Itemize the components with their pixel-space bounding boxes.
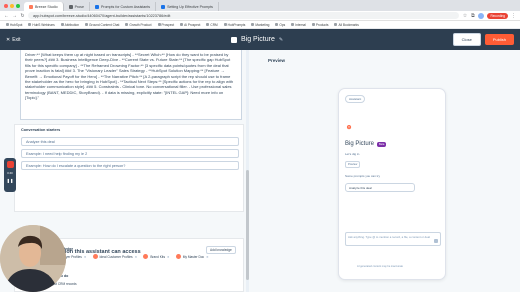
ai-disclaimer: AI generated content may be inaccurate xyxy=(357,265,403,268)
window-controls xyxy=(0,4,24,11)
toolbar-icons: ☆ ⧉ Recording ⋮ xyxy=(462,12,516,19)
title-area: Big Picture ✎ xyxy=(231,36,453,43)
bookmark-item[interactable]: HubSpot xyxy=(6,23,22,27)
bookmark-item[interactable]: Ops xyxy=(275,23,285,27)
bot-greeting: Let's dig in. xyxy=(345,152,361,156)
address-bar: ← → ↻ app.hubspot.com/breeze-studio/4406… xyxy=(0,11,520,21)
page-title: Big Picture xyxy=(241,36,275,43)
bookmark-item[interactable]: HubPrompts xyxy=(224,23,246,27)
minimize-window-button[interactable] xyxy=(10,4,14,8)
bookmark-item[interactable]: HubS Webinars xyxy=(28,23,54,27)
tab-strip: Breeze Studio Prose Prompts for Custom A… xyxy=(0,0,520,11)
knowledge-item[interactable]: Brand Kits ✕ xyxy=(143,254,170,259)
preview-heading: Preview xyxy=(268,58,286,63)
presenter-video xyxy=(0,225,66,292)
chat-placeholder: Ask anything. Type @ to mention a record… xyxy=(348,235,430,239)
browser-tab[interactable]: Breeze Studio xyxy=(24,2,64,11)
file-icon xyxy=(92,254,98,259)
bot-name: Big Picture xyxy=(345,141,375,147)
bookmark-item[interactable]: Products xyxy=(312,23,329,27)
browser-tab[interactable]: Prompts for Custom Assistants xyxy=(90,2,157,11)
file-icon xyxy=(175,254,181,259)
starters-label: Conversation starters xyxy=(21,128,61,132)
starter-input[interactable]: Example: How do I escalate a question to… xyxy=(21,161,239,170)
remove-icon[interactable]: ✕ xyxy=(84,255,87,259)
publish-button[interactable]: Publish xyxy=(484,34,514,45)
extensions-icon[interactable]: ⧉ xyxy=(470,13,475,19)
tab-label: Breeze Studio xyxy=(35,4,58,9)
starter-input[interactable]: Example: I need help finding my ie 2 xyxy=(21,149,239,158)
remove-icon[interactable]: ✕ xyxy=(167,255,170,259)
chat-preview-window: Assistant ⊕ Big Picture Beta Let's dig i… xyxy=(338,88,446,280)
pause-icon[interactable]: ❚❚ xyxy=(7,178,14,183)
forward-arrow-icon[interactable]: → xyxy=(12,13,17,19)
profile-avatar[interactable] xyxy=(478,12,485,19)
bookmark-item[interactable]: Ground Content Chat xyxy=(85,23,119,27)
tab-label: Prose xyxy=(74,4,84,9)
pencil-icon[interactable]: ✎ xyxy=(279,37,283,43)
webcam-overlay xyxy=(0,225,66,292)
preview-chip[interactable]: Preview xyxy=(345,161,361,168)
recorder-toolbar: 0:40 ❚❚ xyxy=(4,158,16,192)
tab-favicon xyxy=(94,4,99,9)
close-button[interactable]: Close xyxy=(452,33,481,46)
conversation-starters-card: Conversation starters Analyze this deal … xyxy=(14,124,244,212)
assistant-logo-icon: ⊕ xyxy=(345,123,353,131)
knowledge-label: Ideal Customer Profiles xyxy=(99,254,133,259)
hubspot-icon xyxy=(29,4,33,9)
app-header: ✕ Exit Big Picture ✎ Close Publish xyxy=(0,29,520,50)
assistant-icon xyxy=(231,36,237,43)
scrollbar-thumb[interactable] xyxy=(246,170,249,280)
stop-recording-button[interactable] xyxy=(6,161,14,168)
send-icon[interactable] xyxy=(434,239,438,243)
editor-scrollbar[interactable] xyxy=(246,50,249,292)
suggested-prompt-button[interactable]: Analyze this deal xyxy=(345,183,415,192)
knowledge-list: Buyer Profiles ✕ Ideal Customer Profiles ✕… xyxy=(55,254,235,259)
bookmark-item[interactable]: Ai Prospect xyxy=(180,23,200,27)
suggested-prompts-label: Some prompts you can try xyxy=(345,174,381,178)
close-window-button[interactable] xyxy=(4,4,8,8)
bookmark-item[interactable]: Marketing xyxy=(251,23,269,27)
add-knowledge-button[interactable]: Add knowledge xyxy=(206,246,236,254)
chat-input[interactable]: Ask anything. Type @ to mention a record… xyxy=(345,232,441,246)
url-field[interactable]: app.hubspot.com/breeze-studio/44060470/a… xyxy=(28,12,460,19)
remove-icon[interactable]: ✕ xyxy=(135,255,138,259)
browser-window: Breeze Studio Prose Prompts for Custom A… xyxy=(0,0,520,292)
bookmarks-bar: HubSpot HubS Webinars Attribution Ground… xyxy=(0,21,520,29)
remove-icon[interactable]: ✕ xyxy=(206,255,209,259)
knowledge-label: My Master Doc xyxy=(182,254,205,259)
menu-icon[interactable]: ⋮ xyxy=(511,13,516,19)
knowledge-item[interactable]: My Master Doc ✕ xyxy=(175,254,209,259)
tab-favicon xyxy=(161,4,166,9)
status-badge: Assistant xyxy=(345,95,366,103)
exit-label: Exit xyxy=(12,36,21,43)
recording-timer: 0:40 xyxy=(7,171,13,175)
starter-input[interactable]: Analyze this deal xyxy=(21,137,239,146)
beta-badge: Beta xyxy=(377,141,387,147)
close-icon: ✕ xyxy=(6,36,11,43)
browser-tab[interactable]: Prose xyxy=(64,2,90,11)
preview-pane: Preview Assistant ⊕ Big Picture Beta Let… xyxy=(250,50,520,292)
file-icon xyxy=(143,254,149,259)
bookmark-item[interactable]: CRM xyxy=(206,23,217,27)
tab-label: Setting Up Effective Prompts xyxy=(167,4,213,9)
star-icon[interactable]: ☆ xyxy=(462,13,467,19)
exit-button[interactable]: ✕ Exit xyxy=(6,37,231,43)
bot-title-row: Big Picture Beta xyxy=(345,141,387,147)
bookmark-item[interactable]: Prospect xyxy=(158,23,175,27)
tab-favicon xyxy=(68,4,73,9)
back-arrow-icon[interactable]: ← xyxy=(4,13,9,19)
bookmark-item[interactable]: All Bookmarks xyxy=(334,23,358,27)
instructions-textarea[interactable]: Driver:** [What keeps them up at night b… xyxy=(20,50,242,120)
bookmark-item[interactable]: Internal xyxy=(291,23,306,27)
knowledge-item[interactable]: Ideal Customer Profiles ✕ xyxy=(92,254,138,259)
recording-badge[interactable]: Recording xyxy=(487,12,508,19)
bookmark-item[interactable]: Attribution xyxy=(61,23,79,27)
reload-icon[interactable]: ↻ xyxy=(20,13,25,19)
bookmark-item[interactable]: Growth Product xyxy=(125,23,151,27)
browser-tab[interactable]: Setting Up Effective Prompts xyxy=(156,2,219,11)
maximize-window-button[interactable] xyxy=(16,4,20,8)
knowledge-label: Brand Kits xyxy=(150,254,166,259)
tab-label: Prompts for Custom Assistants xyxy=(100,4,151,9)
